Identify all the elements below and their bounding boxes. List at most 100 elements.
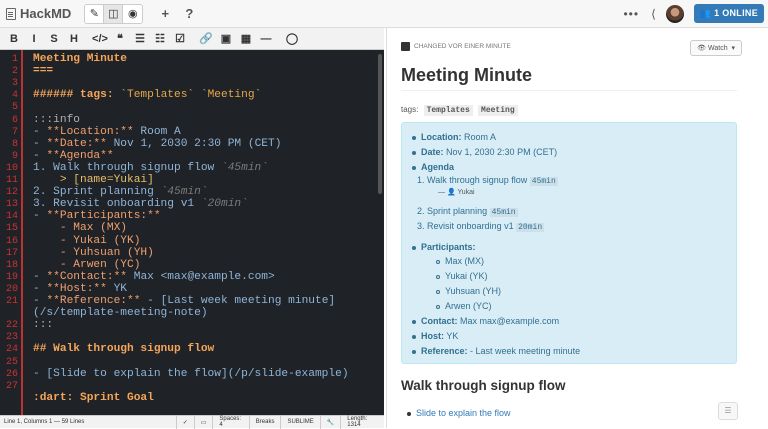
line-number: 7 [11,126,18,138]
line-number: 22 [5,320,18,332]
changed-text: CHANGED VOR EINER MINUTE [414,43,511,50]
code-line: > [name=Yukai] [33,174,154,186]
line-number: 21 [5,296,18,307]
view-mode-button[interactable]: ◉ [123,4,143,23]
line-number: 23 [5,332,18,344]
split-mode-button[interactable]: ◫ [104,4,124,23]
line-number: 4 [11,90,18,102]
checklist-button[interactable]: ☑ [170,32,190,45]
line-number: 27 [5,380,18,392]
code-line: === [33,65,54,78]
wrench-icon[interactable]: 🔧 [319,415,340,429]
participant-yuhsuan: Yuhsuan (YH) [436,286,501,296]
editor-toolbar: B I S H </> ❝ ☰ ☷ ☑ 🔗 ▣ ▦ — ◯ [0,28,384,50]
bold-button[interactable]: B [4,33,24,45]
tag-list: tags: Templates Meeting [401,105,518,116]
slide-link[interactable]: Slide to explain the flow [416,408,511,418]
online-users-button[interactable]: 👥 1 ONLINE [693,4,764,23]
code-button[interactable]: </> [90,33,110,45]
breaks-setting[interactable]: Breaks [248,415,281,429]
avatar[interactable] [665,4,684,23]
columns-icon: ◫ [108,8,119,20]
agenda-item: Agenda [412,162,454,172]
contact-item: Contact: Max max@example.com [412,316,559,326]
divider-button[interactable]: — [256,33,276,45]
watch-button[interactable]: 👁 Watch ▾ [690,40,742,56]
help-button[interactable]: ? [177,6,201,21]
editor-scrollbar[interactable] [378,54,382,194]
slide-link-item: Slide to explain the flow [407,408,511,418]
comment-button[interactable]: ◯ [282,32,302,45]
editor-status-bar: Line 1, Columns 1 — 59 Lines ✓ ▭ Spaces:… [0,415,384,429]
agenda-2: 2. Sprint planning 45min [417,206,518,217]
author-avatar [401,42,410,51]
line-number: 25 [5,356,18,368]
line-number: 16 [5,235,18,247]
heading-button[interactable]: H [64,33,84,45]
strikethrough-button[interactable]: S [44,33,64,45]
location-item: Location: Room A [412,132,496,142]
section-heading: Walk through signup flow [401,378,566,393]
document-icon [6,7,16,20]
document-length: Length: 1314 [340,415,384,429]
brand[interactable]: HackMD [6,6,71,21]
reference-link[interactable]: - Last week meeting minute [468,346,580,356]
image-button[interactable]: ▣ [216,32,236,45]
reference-item: Reference: - Last week meeting minute [412,346,580,356]
indent-setting[interactable]: Spaces: 4 [212,415,248,429]
line-number: 6 [11,114,18,126]
topbar-right: ••• ⟨ 👥 1 ONLINE [623,4,764,23]
line-number: 13 [5,199,18,211]
code-line: ::: [33,319,54,332]
line-number: 1 [11,54,18,65]
info-box: Location: Room A Date: Nov 1, 2030 2:30 … [401,122,737,364]
italic-button[interactable]: I [24,33,44,45]
line-number: 14 [5,211,18,223]
editor-lines[interactable]: 1 Meeting Minute 2 === 3 4 ###### tags: `Templ… [0,50,384,415]
last-change-info: CHANGED VOR EINER MINUTE [401,42,511,51]
code-line: - [Slide to explain the flow](/p/slide-e… [33,367,349,380]
link-button[interactable]: 🔗 [196,32,216,45]
code-line: 2. Sprint planning `45min` [33,186,208,199]
code-line: 1. Walk through signup flow `45min` [33,161,268,174]
cursor-position: Line 1, Columns 1 — 59 Lines [4,419,85,425]
line-number: 26 [5,368,18,380]
code-line: - **Reference:** - [Last week meeting mi… [33,295,336,307]
agenda-1: 1. Walk through signup flow 45min [417,175,558,186]
share-icon[interactable]: ⟨ [651,7,656,21]
markdown-editor[interactable]: B I S H </> ❝ ☰ ☷ ☑ 🔗 ▣ ▦ — ◯ 1 Meeting Minute 2 === 3 4 ##… [0,28,384,415]
line-number: 8 [11,138,18,150]
code-line: - **Contact:** Max <max@example.com> [33,270,275,283]
code-line: ###### tags: `Templates` `Meeting` [33,89,262,102]
title-divider [401,90,737,91]
check-icon: ✓ [175,415,194,429]
code-line: - **Date:** Nov 1, 2030 2:30 PM (CET) [33,137,282,150]
toc-button[interactable]: ☰ [718,402,738,420]
line-number: 17 [5,247,18,259]
new-note-button[interactable]: + [153,6,177,21]
tag-meeting[interactable]: Meeting [478,105,518,116]
line-number: 19 [5,271,18,283]
participant-yukai: Yukai (YK) [436,271,488,281]
table-button[interactable]: ▦ [236,32,256,45]
code-line: Meeting Minute [33,53,127,65]
tags-label: tags: [401,105,419,114]
edit-mode-button[interactable]: ✎ [85,4,105,23]
line-number: 11 [5,175,18,186]
line-number: 12 [5,187,18,199]
eye-icon: ◉ [127,8,138,20]
participant-max: Max (MX) [436,256,484,266]
tag-templates[interactable]: Templates [423,105,473,116]
online-count: 1 ONLINE [714,8,758,18]
code-line: ## Walk through signup flow [33,343,215,356]
keymap-setting[interactable]: SUBLIME [280,415,319,429]
quote-button[interactable]: ❝ [110,32,130,45]
code-line: - Yuhsuan (YH) [33,246,154,259]
top-navbar: HackMD ✎ ◫ ◉ + ? ••• ⟨ 👥 1 ONLINE [0,0,768,28]
ordered-list-button[interactable]: ☷ [150,32,170,45]
code-line: :dart: Sprint Goal [33,391,154,404]
active-line-marker [21,50,23,415]
line-number: 15 [5,223,18,235]
unordered-list-button[interactable]: ☰ [130,32,150,45]
more-menu-button[interactable]: ••• [623,7,639,21]
